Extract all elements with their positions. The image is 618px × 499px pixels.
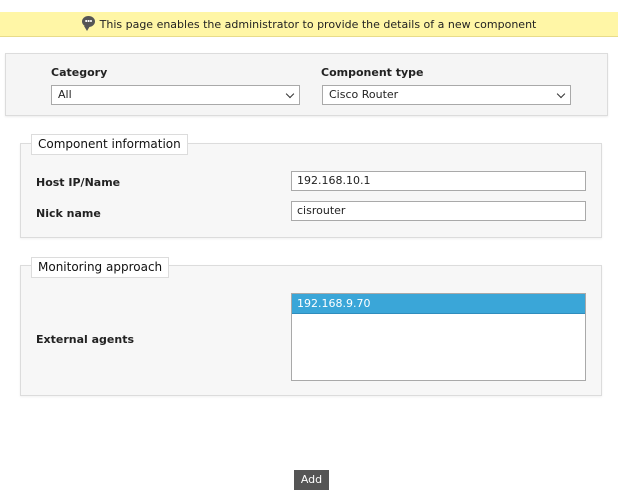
chevron-down-icon [556, 89, 566, 99]
host-input[interactable]: 192.168.10.1 [291, 171, 586, 191]
page: This page enables the administrator to p… [0, 0, 618, 499]
info-banner: This page enables the administrator to p… [0, 12, 618, 37]
category-select[interactable]: All [51, 85, 300, 105]
chevron-down-icon [285, 89, 295, 99]
nick-name-input[interactable]: cisrouter [291, 201, 586, 221]
category-panel: Category All Component type Cisco Router [5, 53, 608, 116]
speech-bubble-icon [81, 15, 95, 31]
monitoring-approach-section: External agents 192.168.9.70 [20, 265, 602, 396]
component-type-label: Component type [321, 66, 424, 79]
component-type-select[interactable]: Cisco Router [322, 85, 571, 105]
list-item[interactable]: 192.168.9.70 [292, 294, 585, 314]
add-button[interactable]: Add [294, 470, 329, 490]
component-information-section: Host IP/Name 192.168.10.1 Nick name cisr… [20, 143, 602, 238]
banner-text: This page enables the administrator to p… [99, 17, 537, 31]
category-value: All [58, 88, 72, 101]
component-information-legend: Component information [31, 134, 188, 155]
component-type-value: Cisco Router [329, 88, 399, 101]
monitoring-approach-legend: Monitoring approach [31, 257, 170, 278]
category-label: Category [51, 66, 108, 79]
external-agents-label: External agents [36, 333, 135, 346]
host-label: Host IP/Name [36, 176, 121, 189]
nick-name-label: Nick name [36, 207, 101, 220]
external-agents-listbox[interactable]: 192.168.9.70 [291, 293, 586, 381]
